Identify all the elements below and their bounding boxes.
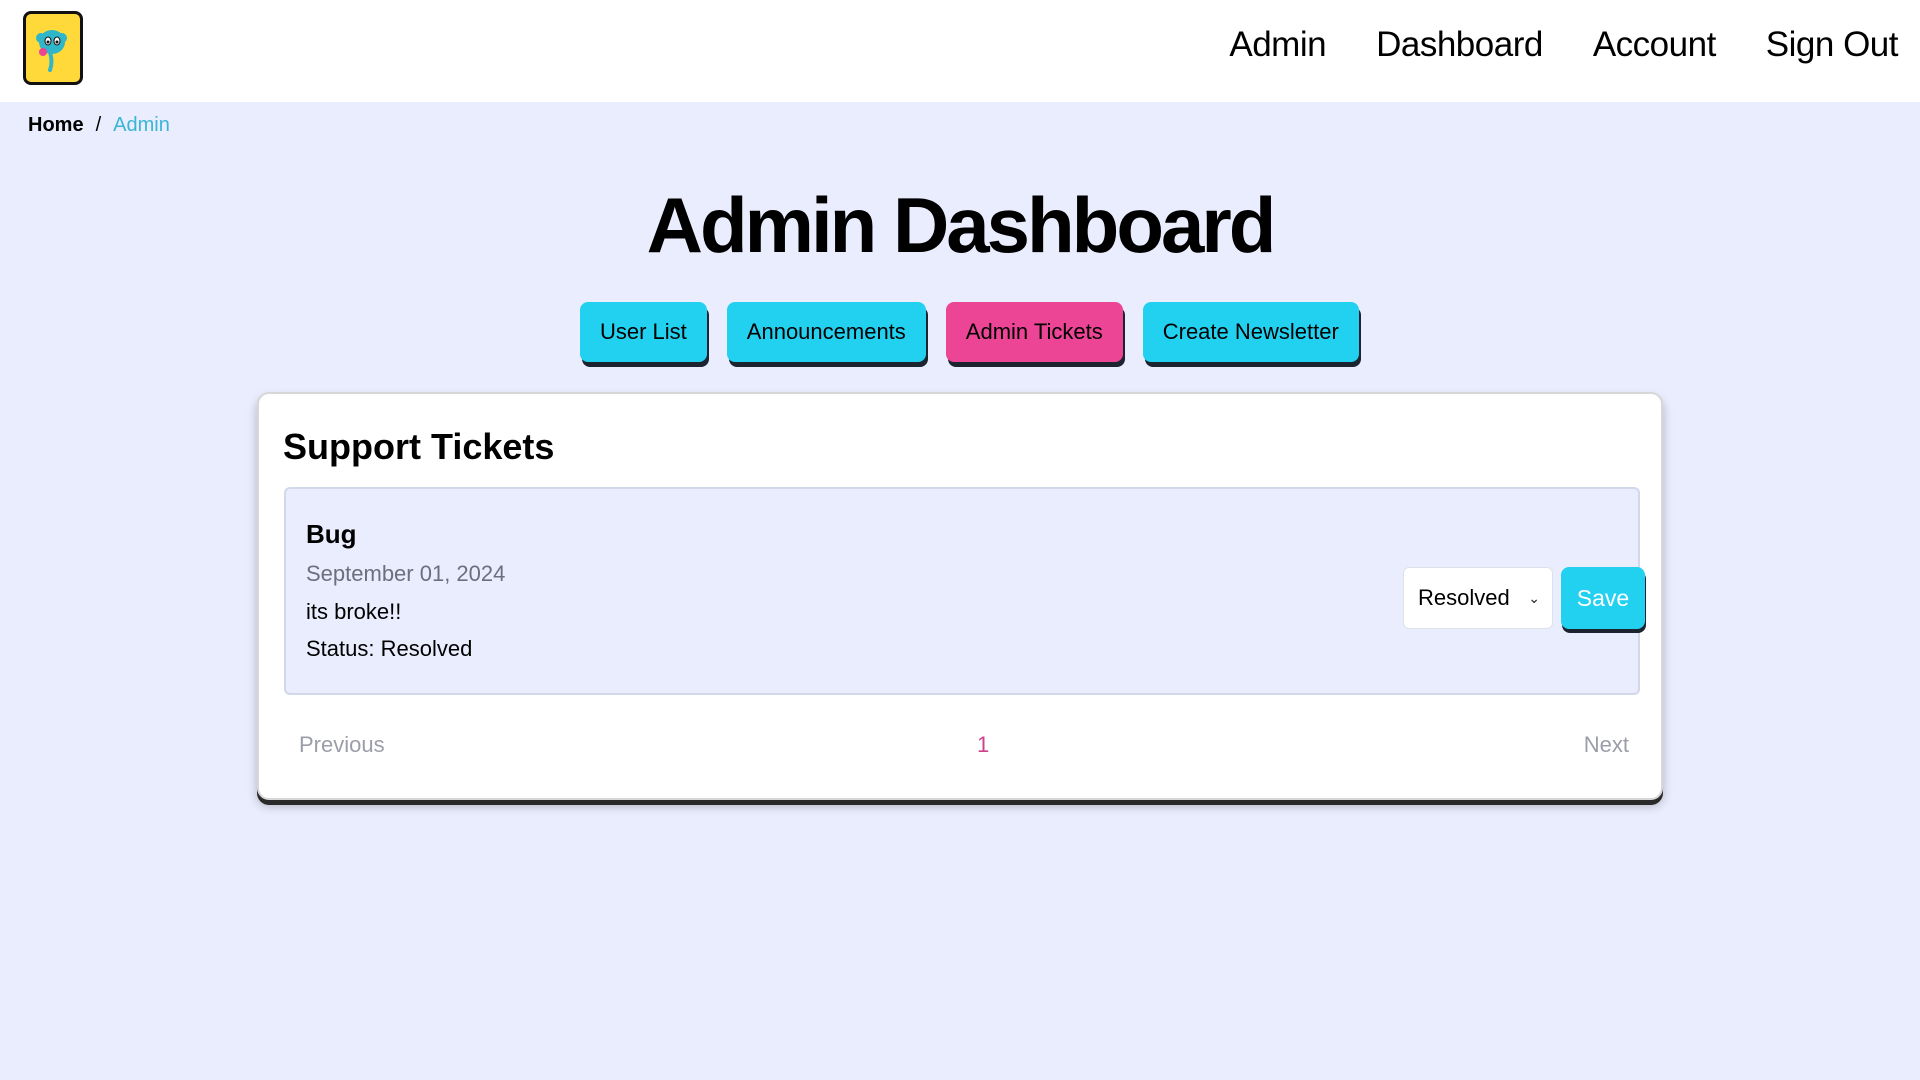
nav-dashboard-link[interactable]: Dashboard [1376,25,1543,65]
ticket-type: Bug [306,519,357,549]
pagination-previous[interactable]: Previous [299,732,385,758]
section-title: Support Tickets [283,426,555,467]
nav-sign-out-link[interactable]: Sign Out [1766,25,1899,65]
breadcrumb: Home / Admin [28,114,170,137]
save-button[interactable]: Save [1561,567,1645,629]
breadcrumb-current: Admin [113,114,170,136]
tab-announcements[interactable]: Announcements [726,302,926,362]
pagination-next[interactable]: Next [1584,732,1629,758]
tab-create-newsletter[interactable]: Create Newsletter [1142,302,1359,362]
ticket-date: September 01, 2024 [306,561,506,586]
admin-tabs: User List Announcements Admin Tickets Cr… [580,302,1359,362]
mascot-logo-icon[interactable] [23,11,83,85]
support-tickets-card: Support Tickets Bug September 01, 2024 i… [257,392,1663,800]
tab-admin-tickets[interactable]: Admin Tickets [945,302,1123,362]
status-select-value: Resolved [1418,585,1510,610]
tab-user-list[interactable]: User List [580,302,707,362]
breadcrumb-separator: / [95,114,102,136]
pagination-page-1[interactable]: 1 [977,732,989,758]
nav-admin-link[interactable]: Admin [1229,25,1326,65]
chevron-down-icon: ⌄ [1528,590,1540,606]
page-title: Admin Dashboard [646,181,1277,269]
nav-account-link[interactable]: Account [1593,25,1716,65]
ticket-description: its broke!! [306,599,402,624]
top-navigation-bar: Admin Dashboard Account Sign Out [0,0,1920,102]
ticket-item: Bug September 01, 2024 its broke!! Statu… [284,487,1645,695]
pagination: Previous 1 Next [299,732,1629,762]
main-navigation: Admin Dashboard Account Sign Out [1229,25,1898,65]
status-select[interactable]: Resolved ⌄ [1403,567,1553,629]
ticket-status: Status: Resolved [306,636,473,661]
breadcrumb-home-link[interactable]: Home [28,114,84,137]
